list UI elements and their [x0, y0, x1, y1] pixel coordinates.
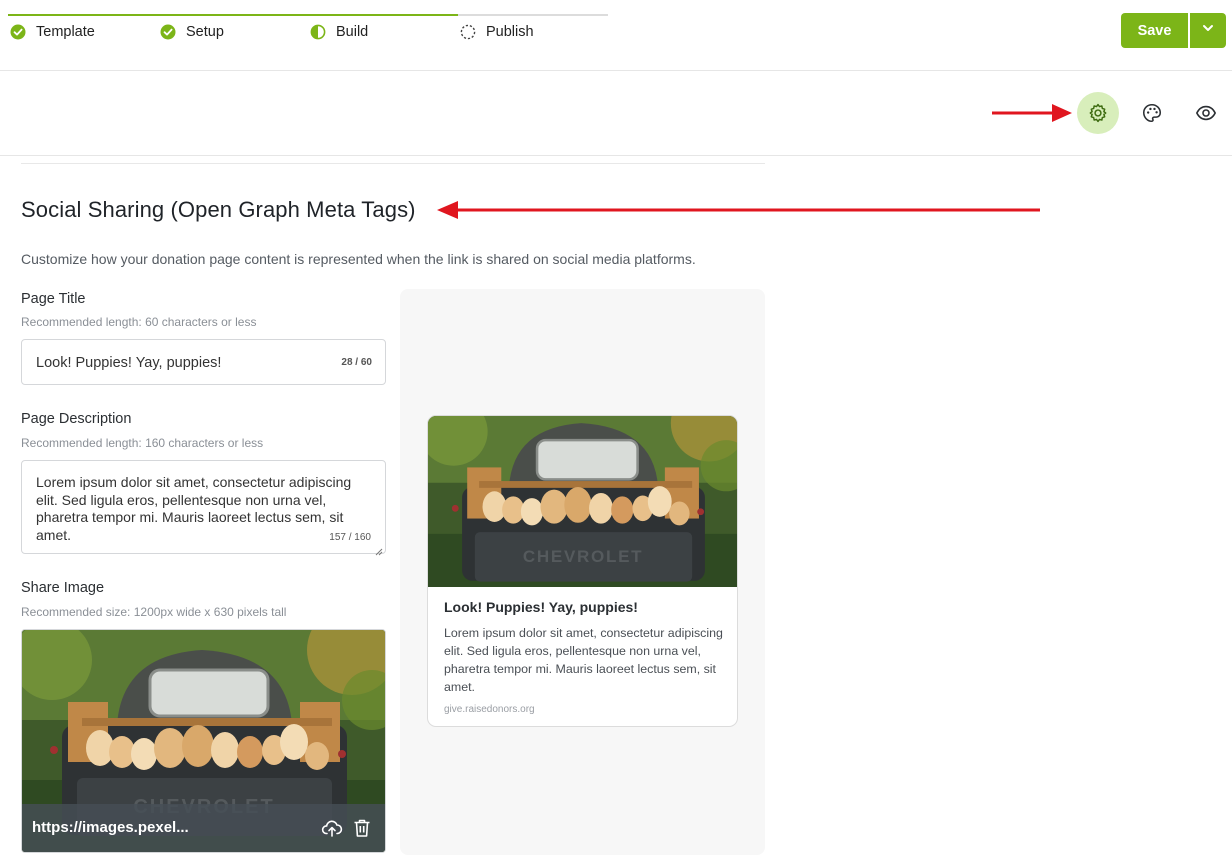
image-url: https://images.pexel... [32, 819, 189, 836]
page-title-input[interactable]: Look! Puppies! Yay, puppies! 28 / 60 [21, 339, 386, 385]
page-title-hint: Recommended length: 60 characters or les… [21, 315, 257, 329]
save-options-button[interactable] [1190, 13, 1226, 48]
palette-icon [1141, 102, 1163, 124]
preview-image [428, 416, 737, 587]
image-actions [321, 817, 373, 839]
preview-domain: give.raisedonors.org [444, 704, 535, 715]
share-image-hint: Recommended size: 1200px wide x 630 pixe… [21, 605, 287, 619]
preview-description: Lorem ipsum dolor sit amet, consectetur … [444, 626, 723, 694]
social-preview-card: Look! Puppies! Yay, puppies! Lorem ipsum… [427, 415, 738, 727]
step-label: Build [336, 24, 369, 40]
upload-icon[interactable] [321, 817, 343, 839]
page-title-label: Page Title [21, 291, 86, 307]
step-build[interactable]: Build [308, 14, 458, 54]
progress-stepper: Template Setup Build Publish [8, 14, 608, 54]
editor-toolbar [0, 71, 1232, 156]
dashed-circle-icon [460, 24, 476, 40]
settings-button[interactable] [1077, 92, 1119, 134]
step-label: Publish [486, 24, 534, 40]
share-image-uploader[interactable]: https://images.pexel... [21, 629, 386, 853]
trash-icon[interactable] [351, 817, 373, 839]
step-label: Template [36, 24, 95, 40]
step-label: Setup [186, 24, 224, 40]
page-title: Social Sharing (Open Graph Meta Tags) [21, 197, 416, 222]
eye-icon [1195, 102, 1217, 124]
page-description-textarea[interactable]: Lorem ipsum dolor sit amet, consectetur … [21, 460, 386, 556]
resize-handle-icon[interactable] [375, 543, 383, 556]
section-divider [21, 163, 765, 164]
page-description-label: Page Description [21, 411, 132, 427]
step-publish[interactable]: Publish [458, 14, 608, 54]
char-counter: 157 / 160 [329, 532, 371, 543]
arrow-to-title [437, 201, 1040, 219]
top-bar: Template Setup Build Publish Save [0, 0, 1232, 71]
preview-button[interactable] [1185, 92, 1227, 134]
chevron-down-icon [1201, 21, 1215, 40]
step-setup[interactable]: Setup [158, 14, 308, 54]
check-circle-icon [160, 24, 176, 40]
image-info-bar: https://images.pexel... [22, 804, 385, 852]
save-button-group: Save [1121, 13, 1226, 48]
share-image-label: Share Image [21, 580, 105, 596]
page-description-value: Lorem ipsum dolor sit amet, consectetur … [36, 474, 352, 543]
theme-button[interactable] [1131, 92, 1173, 134]
page-title-value: Look! Puppies! Yay, puppies! [36, 355, 222, 371]
step-template[interactable]: Template [8, 14, 158, 54]
page-description-hint: Recommended length: 160 characters or le… [21, 436, 264, 450]
gear-icon [1087, 102, 1109, 124]
half-circle-icon [310, 24, 326, 40]
save-button[interactable]: Save [1121, 13, 1188, 48]
preview-title: Look! Puppies! Yay, puppies! [444, 599, 638, 615]
check-circle-icon [10, 24, 26, 40]
char-counter: 28 / 60 [341, 357, 372, 368]
section-description: Customize how your donation page content… [21, 251, 696, 267]
